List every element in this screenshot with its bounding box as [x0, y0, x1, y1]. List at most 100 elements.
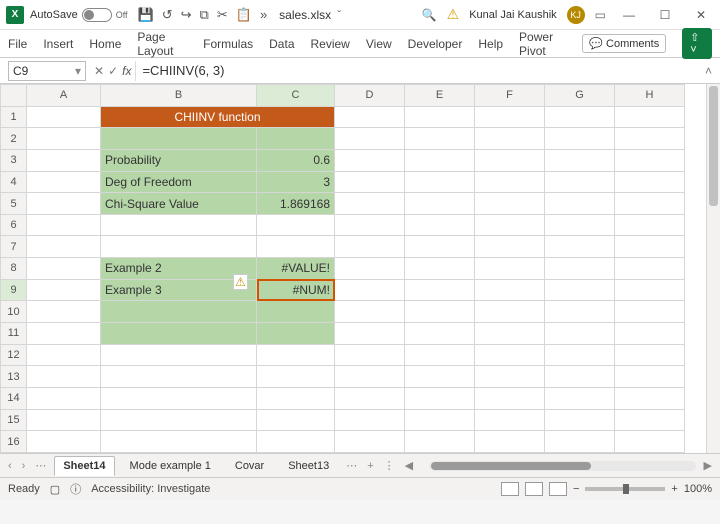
- col-header-e[interactable]: E: [405, 85, 475, 107]
- tab-file[interactable]: File: [8, 37, 27, 51]
- normal-view-icon[interactable]: [501, 482, 519, 496]
- cell[interactable]: [475, 106, 545, 128]
- cell[interactable]: [335, 387, 405, 409]
- sheet-tab-active[interactable]: Sheet14: [54, 456, 114, 476]
- cut-icon[interactable]: ✂: [217, 7, 228, 23]
- cell[interactable]: [405, 366, 475, 388]
- fx-icon[interactable]: fx: [122, 64, 131, 78]
- cell[interactable]: [335, 106, 405, 128]
- cell[interactable]: [335, 236, 405, 258]
- row-header-4[interactable]: 4: [1, 171, 27, 193]
- cell[interactable]: [475, 301, 545, 323]
- zoom-out-icon[interactable]: −: [573, 483, 579, 495]
- cell[interactable]: [615, 323, 685, 345]
- cell[interactable]: [475, 214, 545, 236]
- cell[interactable]: [257, 214, 335, 236]
- cell[interactable]: [615, 258, 685, 280]
- row-header-14[interactable]: 14: [1, 387, 27, 409]
- redo-icon[interactable]: ↪: [181, 7, 192, 23]
- hscroll-left-icon[interactable]: ◀: [403, 459, 415, 472]
- cell[interactable]: [405, 128, 475, 150]
- cell[interactable]: [475, 387, 545, 409]
- row-header-15[interactable]: 15: [1, 409, 27, 431]
- page-break-view-icon[interactable]: [549, 482, 567, 496]
- cell[interactable]: [405, 258, 475, 280]
- col-header-a[interactable]: A: [27, 85, 101, 107]
- tab-review[interactable]: Review: [311, 37, 350, 51]
- row-header-13[interactable]: 13: [1, 366, 27, 388]
- cell[interactable]: [405, 301, 475, 323]
- cell[interactable]: [27, 409, 101, 431]
- cell[interactable]: [101, 431, 257, 453]
- cell[interactable]: [475, 344, 545, 366]
- copy-icon[interactable]: ⧉: [200, 7, 209, 23]
- zoom-in-icon[interactable]: +: [671, 483, 677, 495]
- spreadsheet-grid[interactable]: A B C D E F G H 1CHIINV function 2 3Prob…: [0, 84, 720, 454]
- cell-title[interactable]: CHIINV function: [101, 106, 335, 128]
- cell[interactable]: [545, 214, 615, 236]
- cell[interactable]: [101, 409, 257, 431]
- cell[interactable]: [475, 366, 545, 388]
- cancel-formula-icon[interactable]: ✕: [94, 64, 104, 78]
- cell[interactable]: [615, 279, 685, 301]
- select-all-corner[interactable]: [1, 85, 27, 107]
- cell[interactable]: [27, 171, 101, 193]
- cell[interactable]: [405, 409, 475, 431]
- cell[interactable]: [615, 106, 685, 128]
- row-header-6[interactable]: 6: [1, 214, 27, 236]
- row-header-16[interactable]: 16: [1, 431, 27, 453]
- cell-b3[interactable]: Probability: [101, 149, 257, 171]
- tab-home[interactable]: Home: [89, 37, 121, 51]
- cell-c4[interactable]: 3: [257, 171, 335, 193]
- new-sheet-icon[interactable]: +: [365, 460, 375, 472]
- cell[interactable]: [545, 366, 615, 388]
- name-box-dropdown-icon[interactable]: ▾: [75, 64, 81, 78]
- cell[interactable]: [27, 193, 101, 215]
- cell[interactable]: [545, 106, 615, 128]
- minimize-button[interactable]: —: [616, 8, 642, 22]
- cell[interactable]: [27, 301, 101, 323]
- share-button[interactable]: ⇧ ˅: [682, 28, 712, 59]
- warning-icon[interactable]: ⚠: [447, 6, 460, 23]
- tab-options-icon[interactable]: ⋮: [382, 459, 397, 472]
- cell[interactable]: [405, 431, 475, 453]
- cell[interactable]: [257, 236, 335, 258]
- cell[interactable]: [405, 236, 475, 258]
- cell[interactable]: [27, 236, 101, 258]
- cell[interactable]: [615, 149, 685, 171]
- cell[interactable]: [545, 431, 615, 453]
- maximize-button[interactable]: ☐: [652, 8, 678, 22]
- col-header-h[interactable]: H: [615, 85, 685, 107]
- cell[interactable]: [475, 409, 545, 431]
- cell[interactable]: [335, 323, 405, 345]
- tab-nav-prev-icon[interactable]: ‹: [6, 460, 14, 472]
- cell[interactable]: [545, 387, 615, 409]
- cell[interactable]: [27, 323, 101, 345]
- comments-button[interactable]: 💬 Comments: [582, 34, 666, 53]
- tab-insert[interactable]: Insert: [43, 37, 73, 51]
- cell[interactable]: [615, 128, 685, 150]
- cell[interactable]: [257, 323, 335, 345]
- cell[interactable]: [335, 193, 405, 215]
- tab-page-layout[interactable]: Page Layout: [137, 30, 187, 58]
- cell[interactable]: [475, 323, 545, 345]
- col-header-d[interactable]: D: [335, 85, 405, 107]
- cell[interactable]: [475, 431, 545, 453]
- sheet-tab[interactable]: Sheet13: [279, 456, 338, 476]
- cell[interactable]: [545, 323, 615, 345]
- cell[interactable]: [405, 193, 475, 215]
- row-header-12[interactable]: 12: [1, 344, 27, 366]
- cell[interactable]: [27, 149, 101, 171]
- cell[interactable]: [335, 344, 405, 366]
- cell[interactable]: [257, 344, 335, 366]
- cell[interactable]: [101, 344, 257, 366]
- cell[interactable]: [615, 236, 685, 258]
- cell[interactable]: [545, 409, 615, 431]
- cell[interactable]: [405, 149, 475, 171]
- accessibility-status[interactable]: Accessibility: Investigate: [91, 483, 210, 495]
- horizontal-scrollbar[interactable]: [429, 461, 695, 471]
- vertical-scrollbar[interactable]: [706, 84, 720, 453]
- cell-b4[interactable]: Deg of Freedom: [101, 171, 257, 193]
- cell[interactable]: [27, 431, 101, 453]
- row-header-11[interactable]: 11: [1, 323, 27, 345]
